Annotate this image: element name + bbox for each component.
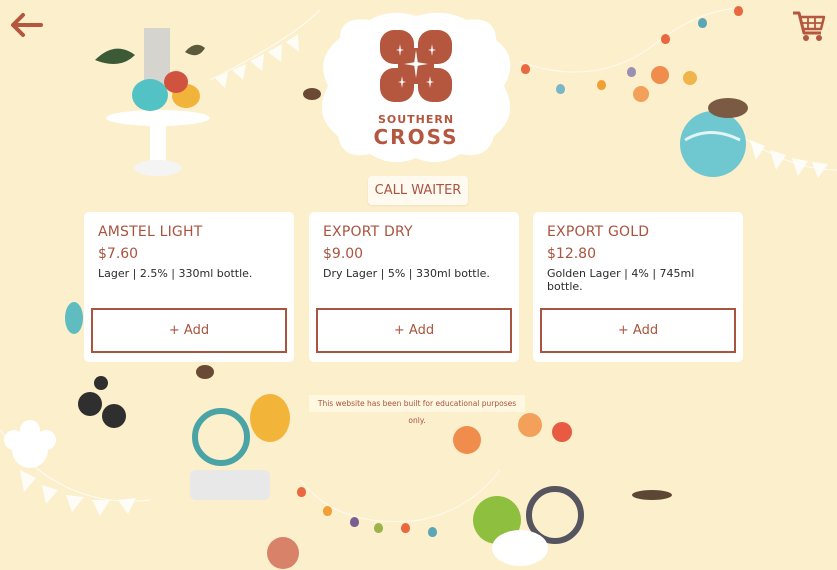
product-price: $9.00	[323, 246, 364, 262]
product-card: EXPORT DRY $9.00 Dry Lager | 5% | 330ml …	[309, 212, 519, 362]
product-card: EXPORT GOLD $12.80 Golden Lager | 4% | 7…	[533, 212, 743, 362]
add-to-cart-button[interactable]: + Add	[91, 308, 287, 353]
logo: SOUTHERN CROSS	[310, 8, 522, 168]
arrow-left-icon	[11, 13, 43, 37]
product-list: AMSTEL LIGHT $7.60 Lager | 2.5% | 330ml …	[84, 212, 746, 364]
product-price: $12.80	[547, 246, 596, 262]
add-to-cart-button[interactable]: + Add	[540, 308, 736, 353]
cart-button[interactable]	[789, 6, 829, 46]
shopping-cart-icon	[793, 11, 826, 41]
page: SOUTHERN CROSS CALL WAITER AMSTEL LIGHT …	[0, 0, 837, 570]
educational-notice: This website has been built for educatio…	[309, 395, 525, 425]
product-name: AMSTEL LIGHT	[98, 224, 203, 240]
product-description: Golden Lager | 4% | 745ml bottle.	[547, 267, 695, 293]
logo-text-line2: CROSS	[373, 125, 459, 149]
product-price: $7.60	[98, 246, 139, 262]
back-button[interactable]	[8, 8, 46, 42]
product-card: AMSTEL LIGHT $7.60 Lager | 2.5% | 330ml …	[84, 212, 294, 362]
product-description: Dry Lager | 5% | 330ml bottle.	[323, 267, 490, 280]
add-to-cart-button[interactable]: + Add	[316, 308, 512, 353]
product-name: EXPORT DRY	[323, 224, 413, 240]
call-waiter-button[interactable]: CALL WAITER	[368, 176, 468, 205]
product-name: EXPORT GOLD	[547, 224, 650, 240]
product-description: Lager | 2.5% | 330ml bottle.	[98, 267, 253, 280]
